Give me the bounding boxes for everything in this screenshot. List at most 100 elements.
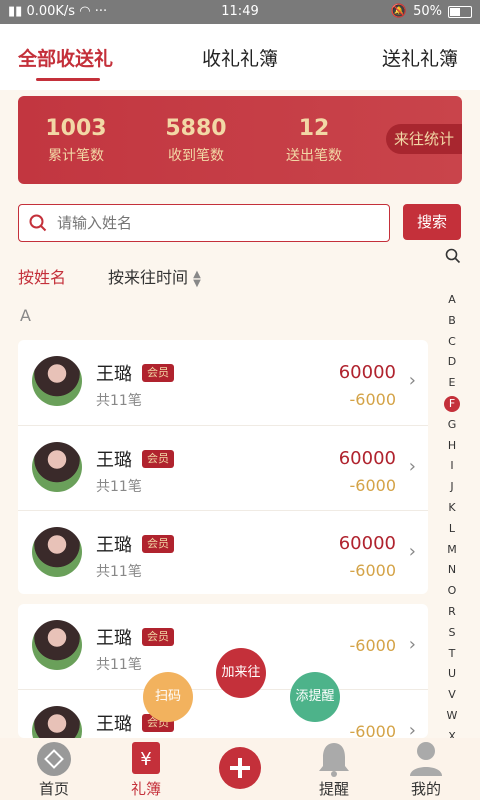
record-count: 共11笔 bbox=[96, 564, 142, 580]
top-tabs: 全部收送礼 收礼礼簿 送礼礼簿 bbox=[0, 24, 480, 90]
record-row[interactable]: 王璐 会员 共11笔 60000 -6000 › bbox=[18, 425, 428, 510]
alphabet-letter[interactable]: U bbox=[442, 664, 462, 685]
record-name: 王璐 bbox=[96, 535, 132, 556]
chevron-right-icon: › bbox=[408, 456, 416, 477]
sort-by-name[interactable]: 按姓名 bbox=[18, 264, 66, 288]
giftbook-icon: ¥ bbox=[132, 742, 160, 774]
record-card: 王璐 会员 共11笔 60000 -6000 › 王璐 会员 共11笔 6000… bbox=[18, 340, 428, 594]
member-badge: 会员 bbox=[142, 628, 174, 646]
status-bar: ▮▮ 0.00K/s ◠ ··· 11:49 🔕 50% bbox=[0, 0, 480, 24]
stats-link-button[interactable]: 来往统计 bbox=[386, 124, 462, 154]
record-name: 王璐 bbox=[96, 450, 132, 471]
alphabet-letter[interactable]: L bbox=[442, 519, 462, 540]
alphabet-letter[interactable]: C bbox=[442, 332, 462, 353]
alphabet-letter[interactable]: K bbox=[442, 498, 462, 519]
alphabet-letter-label: F bbox=[444, 395, 460, 412]
avatar bbox=[32, 356, 82, 406]
stat-total-value: 1003 bbox=[45, 116, 107, 141]
status-right: 🔕 50% bbox=[391, 4, 472, 19]
record-row[interactable]: 王璐 会员 共11笔 60000 -6000 › bbox=[18, 340, 428, 424]
alphabet-letter-label: W bbox=[446, 708, 458, 722]
battery-percent: 50% bbox=[413, 4, 442, 19]
section-header: A bbox=[20, 306, 31, 325]
alphabet-letter[interactable]: S bbox=[442, 623, 462, 644]
record-row[interactable]: 王璐 会员 -6000 › bbox=[18, 689, 428, 738]
nav-giftbook-label: 礼簿 bbox=[130, 780, 161, 798]
alphabet-letter-label: C bbox=[448, 334, 456, 348]
alphabet-letter[interactable]: R bbox=[442, 602, 462, 623]
alphabet-letter[interactable]: T bbox=[442, 644, 462, 665]
record-row[interactable]: 王璐 会员 共11笔 60000 -6000 › bbox=[18, 510, 428, 595]
amount-received: 60000 bbox=[338, 448, 396, 469]
alphabet-letter[interactable]: G bbox=[442, 415, 462, 436]
sort-by-time[interactable]: 按来往时间 ▲ ▼ bbox=[108, 264, 201, 288]
chevron-right-icon: › bbox=[408, 634, 416, 655]
member-badge: 会员 bbox=[142, 364, 174, 382]
amount-sent: -6000 bbox=[349, 636, 397, 655]
alphabet-letter[interactable]: J bbox=[442, 477, 462, 498]
scan-button[interactable]: 扫码 bbox=[143, 672, 193, 722]
stat-sent-label: 送出笔数 bbox=[286, 148, 342, 164]
alphabet-letter[interactable]: V bbox=[442, 685, 462, 706]
amount-sent: -6000 bbox=[349, 561, 397, 580]
alphabet-letter-label: U bbox=[447, 667, 457, 681]
index-search-icon[interactable] bbox=[445, 248, 461, 264]
alphabet-letter[interactable]: E bbox=[442, 373, 462, 394]
alphabet-letter[interactable]: B bbox=[442, 311, 462, 332]
record-count: 共11笔 bbox=[96, 393, 142, 409]
user-icon bbox=[410, 742, 442, 776]
alphabet-letter-label: O bbox=[447, 584, 457, 598]
home-icon bbox=[37, 742, 71, 776]
chevron-right-icon: › bbox=[408, 370, 416, 391]
nav-home-label: 首页 bbox=[38, 780, 69, 798]
alphabet-letter[interactable]: A bbox=[442, 290, 462, 311]
stat-received-label: 收到笔数 bbox=[168, 148, 224, 164]
svg-text:¥: ¥ bbox=[140, 749, 151, 770]
tab-sent[interactable]: 送礼礼簿 bbox=[382, 44, 458, 71]
amount-sent: -6000 bbox=[349, 476, 397, 495]
alphabet-letter-label: M bbox=[447, 542, 457, 556]
alphabet-letter[interactable]: I bbox=[442, 456, 462, 477]
alphabet-letter[interactable]: H bbox=[442, 436, 462, 457]
alphabet-letter[interactable]: D bbox=[442, 352, 462, 373]
search-button[interactable]: 搜索 bbox=[403, 204, 461, 240]
add-record-button[interactable]: 加来往 bbox=[216, 648, 266, 698]
alphabet-letter[interactable]: F bbox=[442, 394, 462, 415]
bell-icon bbox=[319, 743, 349, 777]
avatar bbox=[32, 706, 82, 738]
search-input[interactable] bbox=[55, 211, 379, 235]
amount-sent: -6000 bbox=[349, 722, 397, 738]
alphabet-letter[interactable]: O bbox=[442, 581, 462, 602]
record-count: 共11笔 bbox=[96, 479, 142, 495]
alphabet-letter[interactable]: N bbox=[442, 560, 462, 581]
tab-received[interactable]: 收礼礼簿 bbox=[202, 44, 278, 71]
alphabet-letter-label: D bbox=[447, 355, 457, 369]
alphabet-letter-label: I bbox=[450, 459, 454, 473]
alphabet-letter-label: V bbox=[448, 688, 456, 702]
mute-icon: 🔕 bbox=[390, 4, 408, 19]
alphabet-letter-label: A bbox=[448, 293, 456, 306]
alphabet-letter-label: J bbox=[450, 480, 454, 494]
alphabet-index[interactable]: ABCDEFGHIJKLMNORSTUVWX bbox=[442, 290, 462, 748]
battery-icon bbox=[448, 5, 472, 18]
member-badge: 会员 bbox=[142, 450, 174, 468]
alphabet-letter-label: S bbox=[448, 625, 456, 639]
alphabet-letter-label: T bbox=[448, 646, 456, 660]
alphabet-letter[interactable]: W bbox=[442, 706, 462, 727]
member-badge: 会员 bbox=[142, 535, 174, 553]
stat-total-label: 累计笔数 bbox=[48, 148, 104, 164]
nav-profile-label: 我的 bbox=[410, 780, 441, 798]
alphabet-letter-label: B bbox=[448, 313, 456, 327]
alphabet-letter[interactable]: M bbox=[442, 540, 462, 561]
stat-received-value: 5880 bbox=[165, 116, 227, 141]
avatar bbox=[32, 620, 82, 670]
alphabet-letter-label: K bbox=[448, 500, 456, 514]
nav-reminder-label: 提醒 bbox=[318, 780, 349, 798]
stats-banner: 1003 累计笔数 5880 收到笔数 12 送出笔数 来往统计 bbox=[18, 96, 462, 184]
amount-received: 60000 bbox=[338, 533, 396, 554]
record-count: 共11笔 bbox=[96, 657, 142, 673]
avatar bbox=[32, 442, 82, 492]
add-reminder-button[interactable]: 添提醒 bbox=[290, 672, 340, 722]
chevron-right-icon: › bbox=[408, 720, 416, 738]
tab-all[interactable]: 全部收送礼 bbox=[18, 44, 113, 71]
